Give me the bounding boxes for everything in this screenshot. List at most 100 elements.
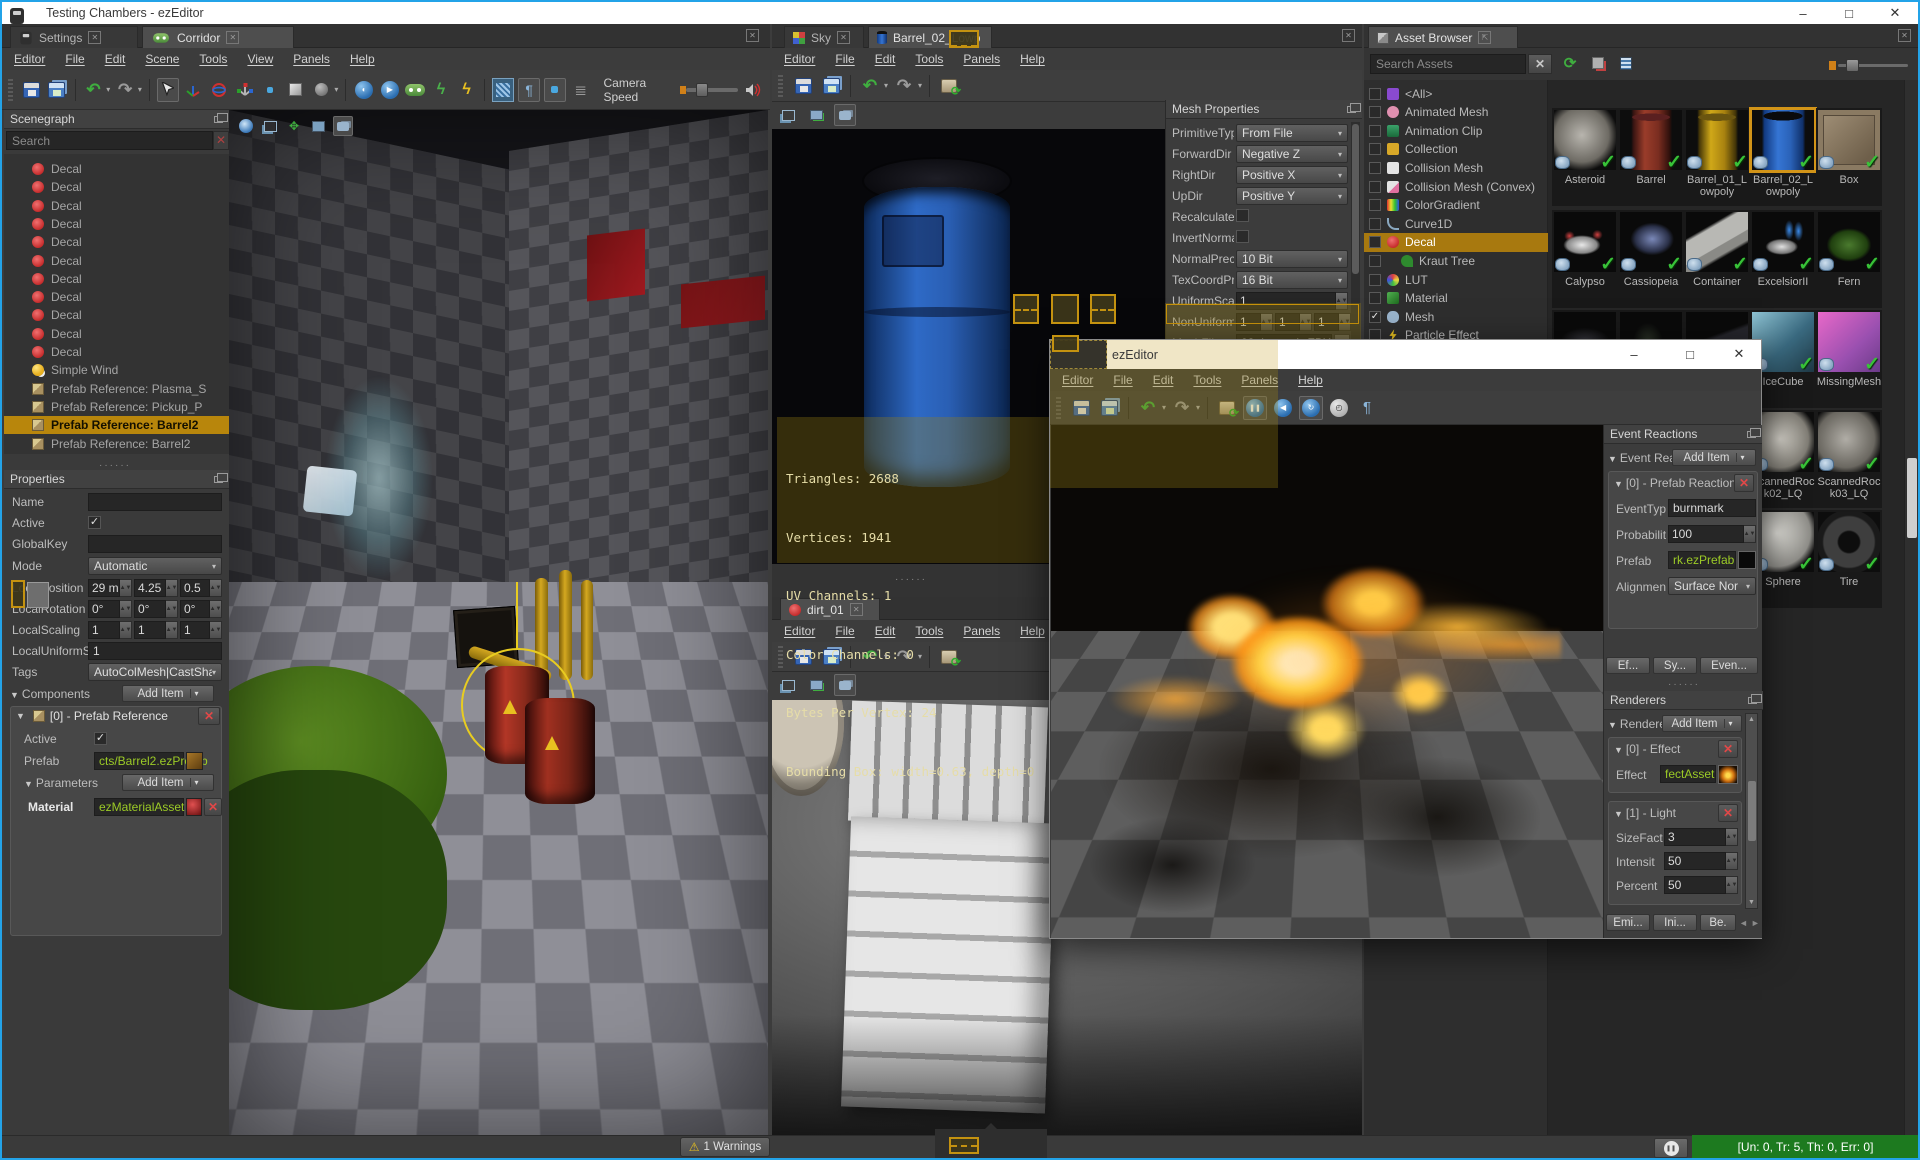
asset-tile-scannedrock03-lq[interactable]: ✓ ScannedRock03_LQ bbox=[1816, 410, 1882, 508]
particle-preview-viewport[interactable] bbox=[1051, 425, 1603, 938]
menu-editor[interactable]: Editor bbox=[14, 52, 45, 66]
transform-all-icon[interactable]: ⟳ bbox=[1560, 52, 1580, 74]
menu-tools[interactable]: Tools bbox=[199, 52, 227, 66]
menu-file[interactable]: File bbox=[1113, 373, 1132, 387]
undo-button[interactable]: ↶ bbox=[83, 78, 105, 102]
maximize-button[interactable]: □ bbox=[1826, 2, 1872, 24]
meshprop-checkbox-recalculaten[interactable] bbox=[1236, 209, 1249, 222]
toggle-shapes-button[interactable]: ¶ bbox=[518, 77, 541, 102]
light-group-header[interactable]: ▼ [1] - Light bbox=[1614, 806, 1676, 820]
tab-asset-browser-float-icon[interactable]: ⇱ bbox=[1478, 31, 1492, 44]
material-asset-field[interactable]: ezMaterialAsset bbox=[94, 798, 184, 816]
meshprop-checkbox-invertnorma[interactable] bbox=[1236, 230, 1249, 243]
scenegraph-item-decal[interactable]: Decal bbox=[4, 325, 229, 343]
toggle-grid-button[interactable] bbox=[492, 77, 515, 102]
scaling-y-stepper[interactable]: 1 ▲▼ bbox=[134, 621, 178, 639]
menu-help[interactable]: Help bbox=[350, 52, 375, 66]
tree-checkbox[interactable]: ✓ bbox=[1369, 310, 1381, 323]
renderers-add-item-button[interactable]: Add Item ▾ bbox=[1662, 715, 1742, 732]
meshprop-dropdown-updir[interactable]: Positive Y ▾ bbox=[1236, 187, 1348, 205]
save-button[interactable] bbox=[791, 74, 815, 98]
asset-tree-item-collection[interactable]: Collection bbox=[1364, 140, 1548, 159]
scenegraph-item-decal[interactable]: Decal bbox=[4, 343, 229, 361]
position-x-stepper[interactable]: 29 m ▲▼ bbox=[88, 579, 132, 597]
asset-search-clear-icon[interactable]: ✕ bbox=[1528, 54, 1552, 74]
frames-icon[interactable] bbox=[778, 105, 798, 125]
asset-tree-item-collision-mesh[interactable]: Collision Mesh bbox=[1364, 158, 1548, 177]
scenegraph-item-decal[interactable]: Decal bbox=[4, 252, 229, 270]
meshprop-dropdown-forwarddir[interactable]: Negative Z ▾ bbox=[1236, 145, 1348, 163]
tree-checkbox[interactable] bbox=[1369, 217, 1381, 230]
tree-checkbox[interactable] bbox=[1369, 273, 1381, 286]
scenegraph-item-decal[interactable]: Decal bbox=[4, 233, 229, 251]
tree-checkbox[interactable] bbox=[1369, 236, 1381, 249]
menu-editor[interactable]: Editor bbox=[1062, 373, 1093, 387]
left-dock-close-icon[interactable]: ✕ bbox=[746, 29, 759, 42]
event-reactions-add-item-button[interactable]: Add Item ▾ bbox=[1672, 449, 1756, 466]
asset-search-input[interactable]: Search Assets bbox=[1370, 54, 1526, 74]
scenegraph-item-decal[interactable]: Decal bbox=[4, 270, 229, 288]
asset-tree-item-lut[interactable]: LUT bbox=[1364, 270, 1548, 289]
effect-asset-field[interactable]: fectAsset bbox=[1660, 765, 1716, 783]
frames-icon[interactable] bbox=[261, 117, 279, 135]
menu-help[interactable]: Help bbox=[1020, 52, 1045, 66]
active-checkbox[interactable]: ✓ bbox=[88, 516, 101, 529]
restart-simulation-button[interactable]: ◀ bbox=[1271, 396, 1295, 420]
asset-tree-item-mesh[interactable]: ✓ Mesh bbox=[1364, 307, 1548, 326]
rotation-y-stepper[interactable]: 0° ▲▼ bbox=[134, 600, 178, 618]
tab-settings-close-icon[interactable]: ✕ bbox=[88, 31, 102, 44]
snap-indicator-icon[interactable] bbox=[260, 78, 282, 102]
asset-list-icon[interactable] bbox=[1616, 52, 1636, 74]
intensity-stepper[interactable]: 50 ▲▼ bbox=[1664, 852, 1738, 870]
tab-corridor-close-icon[interactable]: ✕ bbox=[226, 31, 240, 44]
audio-mute-icon[interactable] bbox=[742, 78, 764, 102]
menu-file[interactable]: File bbox=[835, 52, 854, 66]
material-thumb-button[interactable] bbox=[186, 798, 202, 816]
tree-checkbox[interactable] bbox=[1369, 106, 1381, 119]
screenshot-icon[interactable] bbox=[309, 117, 327, 135]
floating-title-bar[interactable]: ezEditor – □ ✕ bbox=[1050, 340, 1761, 369]
redo-button[interactable]: ↷ bbox=[114, 78, 136, 102]
remove-component-button[interactable]: ✕ bbox=[198, 707, 220, 725]
scenegraph-search-clear-icon[interactable]: ✕ bbox=[213, 131, 229, 150]
tab-asset-browser[interactable]: Asset Browser ⇱ bbox=[1368, 26, 1518, 48]
remove-reaction-button[interactable]: ✕ bbox=[1734, 474, 1754, 492]
scenegraph-item-simple-wind[interactable]: Simple Wind bbox=[4, 361, 229, 379]
save-button[interactable] bbox=[1069, 396, 1093, 420]
menu-edit[interactable]: Edit bbox=[875, 52, 896, 66]
prefab-asset-field[interactable]: cts/Barrel2.ezPrefab bbox=[94, 752, 208, 770]
expand-arrows-icon[interactable]: ✥ bbox=[285, 117, 303, 135]
run-lightning-green-button[interactable]: ϟ bbox=[430, 78, 452, 102]
pilcrow-toggle-button[interactable]: ¶ bbox=[1355, 396, 1379, 420]
scenegraph-item-decal[interactable]: Decal bbox=[4, 215, 229, 233]
tab-scroll-right-icon[interactable]: ► bbox=[1751, 918, 1760, 928]
thumbnail-size-slider[interactable] bbox=[1829, 59, 1908, 72]
prefab-asset-thumb-button[interactable] bbox=[186, 752, 203, 770]
save-all-button[interactable] bbox=[1097, 396, 1121, 420]
tab-emitter[interactable]: Emi... bbox=[1606, 914, 1650, 931]
properties-float-icon[interactable] bbox=[214, 472, 228, 483]
percentage-stepper[interactable]: 50 ▲▼ bbox=[1664, 876, 1738, 894]
asset-tree-item-animation-clip[interactable]: Animation Clip bbox=[1364, 121, 1548, 140]
renderers-scrollbar[interactable]: ▲ ▼ bbox=[1745, 713, 1758, 909]
tree-checkbox[interactable] bbox=[1369, 87, 1381, 100]
status-pause-button[interactable]: ❚❚ bbox=[1654, 1138, 1688, 1158]
floating-close-button[interactable]: ✕ bbox=[1716, 343, 1762, 365]
menu-panels[interactable]: Panels bbox=[1241, 373, 1278, 387]
redo-dropdown-icon[interactable]: ▾ bbox=[138, 85, 142, 94]
asset-tree-item-animated-mesh[interactable]: Animated Mesh bbox=[1364, 103, 1548, 122]
title-bar[interactable]: Testing Chambers - ezEditor – □ ✕ bbox=[2, 2, 1918, 24]
export-view-icon[interactable] bbox=[806, 105, 826, 125]
asset-tile-barrel-02-lowpoly[interactable]: ✓ Barrel_02_Lowpoly bbox=[1749, 107, 1817, 206]
tab-corridor[interactable]: Corridor ✕ bbox=[142, 26, 294, 48]
globalkey-field[interactable] bbox=[88, 535, 222, 553]
scenegraph-item-prefab-reference-pickup-p[interactable]: Prefab Reference: Pickup_P bbox=[4, 398, 229, 416]
menu-editor[interactable]: Editor bbox=[784, 52, 815, 66]
tab-effect[interactable]: Ef... bbox=[1606, 657, 1650, 674]
scenegraph-item-decal[interactable]: Decal bbox=[4, 288, 229, 306]
tab-behavior[interactable]: Be. bbox=[1700, 914, 1736, 931]
undo-button[interactable]: ↶ bbox=[858, 74, 882, 98]
play-from-button[interactable]: ▶ bbox=[379, 78, 401, 102]
asset-tile-missingmesh[interactable]: ✓ MissingMesh bbox=[1816, 310, 1882, 408]
asset-tree-item-colorgradient[interactable]: ColorGradient bbox=[1364, 196, 1548, 215]
